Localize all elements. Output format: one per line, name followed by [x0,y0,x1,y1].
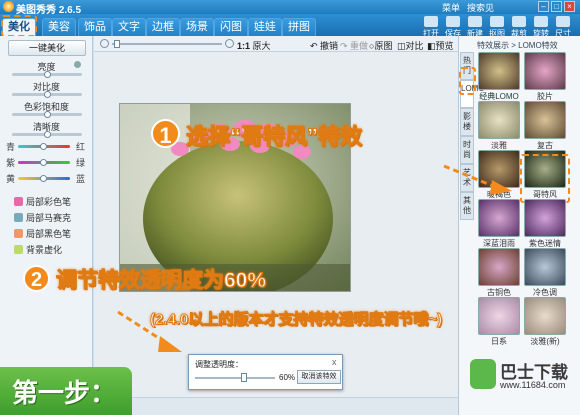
cutout-icon [490,16,504,27]
watermark-url: www.11684.com [500,380,566,390]
local-black-pen[interactable]: 局部黑色笔 [14,227,71,240]
cyan-red-slider[interactable] [18,143,70,150]
title-links: 菜单 搜索见 [442,1,501,14]
effect-thumb[interactable] [524,101,566,139]
slider-knob[interactable] [40,159,47,166]
effect-thumb[interactable] [478,52,520,90]
redo-button[interactable]: ↷ 重做 [340,39,368,52]
dialog-close-button[interactable]: x [332,357,337,367]
slider-knob[interactable] [40,143,47,150]
status-bar [94,397,458,415]
arrow-to-gothic [443,164,512,195]
preview-button[interactable]: ◧预览 [427,39,454,52]
slider-knob[interactable] [44,91,51,98]
compare-button[interactable]: ◫对比 [397,39,424,52]
app-logo-icon [3,1,14,12]
brightness-slider[interactable] [12,71,82,78]
step-banner-text: 第一步： [12,378,117,408]
color-left-cyan: 青 [6,142,16,152]
effect-thumb[interactable] [478,297,520,335]
menu-link[interactable]: 菜单 [442,3,460,13]
new-icon [468,16,482,27]
opacity-value: 60% [279,373,296,382]
color-right-green: 绿 [76,158,86,168]
folder-icon [424,16,438,27]
tab-scene[interactable]: 场景 [180,18,214,36]
contrast-slider[interactable] [12,91,82,98]
opacity-dialog: 调整透明度： x 60% 取消该特效 [188,354,343,390]
vtab-studio[interactable]: 影楼 [460,108,474,136]
effect-thumb[interactable] [478,199,520,237]
zoom-knob[interactable] [114,40,120,48]
save-icon [446,16,460,27]
color-left-purple: 紫 [6,158,16,168]
cancel-effect-button[interactable]: 取消该特效 [297,370,341,384]
background-blur[interactable]: 背景虚化 [14,243,62,256]
one-click-beautify-button[interactable]: 一键美化 [8,40,86,56]
purple-green-slider[interactable] [18,159,70,166]
effect-label: 日系 [491,337,507,346]
effect-thumb[interactable] [478,101,520,139]
resize-icon [556,16,570,27]
actual-size-button[interactable]: 1:1 原大 [237,39,271,52]
crop-icon [512,16,526,27]
tab-frame[interactable]: 边框 [146,18,180,36]
title-bar: 美图秀秀 2.6.5 菜单 搜索见 – □ × [0,0,580,16]
effect-thumb[interactable] [524,297,566,335]
local-mosaic[interactable]: 局部马赛克 [14,211,71,224]
tab-doll[interactable]: 娃娃 [248,18,282,36]
minimize-button[interactable]: – [538,1,549,12]
maximize-button[interactable]: □ [551,1,562,12]
color-right-blue: 蓝 [76,174,86,184]
opacity-slider[interactable] [195,377,275,379]
effect-label: 淡雅(新) [530,337,560,346]
color-left-yellow: 黄 [6,174,16,184]
version-note: (2.4.0以上的版本才支持特效透明度调节哦~) [149,311,443,329]
search-link[interactable]: 搜索见 [467,3,494,13]
rotate-icon [534,16,548,27]
slider-knob[interactable] [40,175,47,182]
gothic-highlight [520,154,570,203]
effect-thumb[interactable] [478,248,520,286]
tab-text[interactable]: 文字 [112,18,146,36]
watermark-logo-icon [470,359,496,389]
opacity-slider-knob[interactable] [241,373,247,382]
tab-beauty[interactable]: 美容 [42,18,76,36]
slider-knob[interactable] [44,71,51,78]
vtab-highlight [459,67,476,95]
effect-thumb[interactable] [524,52,566,90]
original-button[interactable]: ○原图 [369,39,392,52]
effects-header: 特效展示 > LOMO特效 [477,41,558,50]
canvas-toolbar: 1:1 原大 ↶ 撤销 ↷ 重做 ○原图 ◫对比 ◧预览 [94,36,458,52]
undo-button[interactable]: ↶ 撤销 [310,39,338,52]
tab-accessories[interactable]: 饰品 [78,18,112,36]
effect-thumb[interactable] [524,248,566,286]
saturation-slider[interactable] [12,111,82,118]
watermark: 巴士下载 www.11684.com [470,356,578,406]
opacity-label: 调整透明度： [195,360,243,369]
left-panel: 一键美化 亮度 对比度 色彩饱和度 清晰度 青 红 紫 绿 黄 蓝 局部彩色笔 … [0,36,93,415]
step1-text: 选择“哥特风”特效 [185,124,363,150]
tab-flash[interactable]: 闪图 [214,18,248,36]
arrow-to-dialog [117,310,182,352]
step1-number: 1 [151,119,180,148]
step-banner: 第一步： [0,367,132,415]
color-right-red: 红 [76,142,86,152]
effect-thumb[interactable] [524,199,566,237]
local-color-pen[interactable]: 局部彩色笔 [14,195,71,208]
zoom-in-icon[interactable] [225,39,234,48]
tab-highlight [1,15,37,37]
zoom-out-icon[interactable] [100,39,109,48]
slider-knob[interactable] [44,131,51,138]
main-toolbar: 美化 美容 饰品 文字 边框 场景 闪图 娃娃 拼图 打开 保存 新建 抠图 裁… [0,14,580,38]
step2-text: 调节特效透明度为60% [55,269,267,293]
sharpness-slider[interactable] [12,131,82,138]
slider-knob[interactable] [44,111,51,118]
step2-number: 2 [23,265,50,292]
zoom-slider[interactable] [112,43,222,45]
yellow-blue-slider[interactable] [18,175,70,182]
tab-collage[interactable]: 拼图 [282,18,316,36]
close-button[interactable]: × [564,1,575,12]
